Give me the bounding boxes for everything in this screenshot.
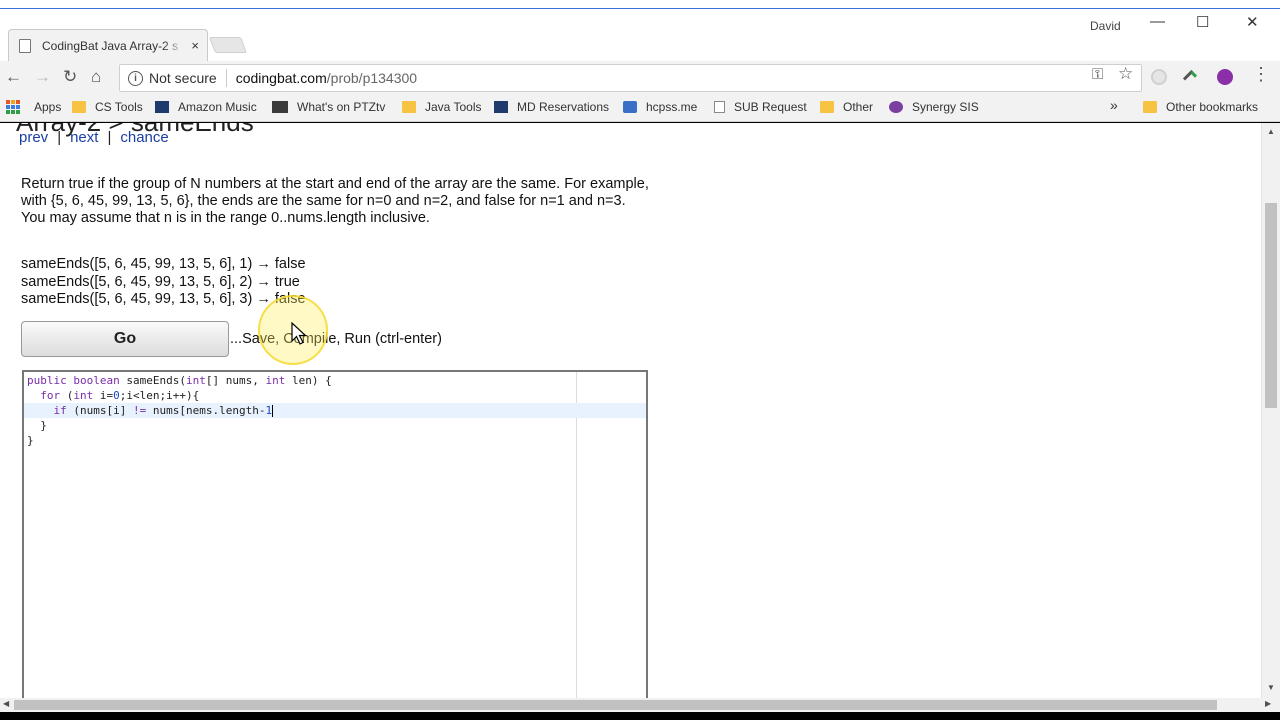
code-line[interactable]: } — [27, 418, 47, 433]
browser-toolbar: ← → ↻ ⌂ i Not secure codingbat.com/prob/… — [0, 61, 1280, 94]
bookmark-md-reservations[interactable]: MD Reservations — [494, 100, 609, 114]
maximize-icon[interactable]: ☐ — [1196, 13, 1209, 31]
tab-strip: CodingBat Java Array-2 s × David — ☐ ✕ — [0, 9, 1280, 61]
folder-icon — [1143, 101, 1157, 113]
vertical-scrollbar[interactable]: ▲ ▼ — [1261, 123, 1280, 698]
example-line: sameEnds([5, 6, 45, 99, 13, 5, 6], 3) → … — [21, 291, 306, 307]
scrollbar-thumb[interactable] — [14, 700, 1217, 710]
bookmark-amazon-music[interactable]: Amazon Music — [155, 100, 257, 114]
omnibox-divider — [225, 69, 227, 87]
chance-link[interactable]: chance — [120, 129, 168, 146]
mouse-pointer-icon — [291, 322, 307, 345]
bookmark-sub-request[interactable]: SUB Request — [714, 100, 807, 114]
page-icon — [714, 101, 725, 113]
close-window-icon[interactable]: ✕ — [1246, 13, 1259, 31]
synergy-icon — [889, 101, 903, 113]
example-line: sameEnds([5, 6, 45, 99, 13, 5, 6], 2) → … — [21, 273, 300, 290]
star-icon[interactable]: ☆ — [1118, 64, 1133, 84]
code-line[interactable]: public boolean sameEnds(int[] nums, int … — [27, 373, 332, 388]
close-tab-icon[interactable]: × — [191, 38, 199, 53]
code-line-active[interactable]: if (nums[i] != nums[nems.length-1 — [24, 403, 646, 418]
purple-extension-icon[interactable] — [1217, 69, 1233, 85]
bookmarks-bar: Apps CS Tools Amazon Music What's on PTZ… — [0, 94, 1280, 122]
info-icon[interactable]: i — [128, 70, 143, 86]
ptztv-icon — [272, 101, 288, 113]
page-icon — [19, 38, 31, 53]
print-margin — [576, 372, 577, 698]
forward-icon[interactable]: → — [34, 67, 51, 87]
scroll-right-icon[interactable]: ▶ — [1265, 699, 1271, 708]
bookmark-hcpss[interactable]: hcpss.me — [623, 100, 697, 114]
next-link[interactable]: next — [70, 129, 98, 146]
apps-icon — [6, 100, 20, 114]
profile-name[interactable]: David — [1090, 19, 1121, 33]
url-host: codingbat.com — [235, 70, 327, 86]
menu-icon[interactable]: ⋮ — [1252, 64, 1270, 85]
scroll-down-icon[interactable]: ▼ — [1267, 683, 1275, 692]
url-path: /prob/p134300 — [326, 70, 418, 86]
bookmark-ptztv[interactable]: What's on PTZtv — [272, 100, 385, 114]
analytics-icon[interactable] — [1182, 69, 1198, 85]
horizontal-scrollbar[interactable]: ◀ ▶ — [0, 698, 1280, 712]
extension-icon[interactable] — [1151, 69, 1167, 85]
text-cursor — [272, 405, 274, 417]
nav-separator: | — [107, 129, 112, 146]
nav-separator: | — [57, 129, 62, 146]
bookmark-synergy-sis[interactable]: Synergy SIS — [889, 100, 979, 114]
reload-icon[interactable]: ↻ — [63, 67, 77, 87]
bookmark-cs-tools[interactable]: CS Tools — [72, 100, 143, 114]
bookmarks-overflow-icon[interactable]: » — [1110, 97, 1118, 113]
problem-nav: prev | next | chance — [19, 129, 169, 146]
bookmark-other-bookmarks[interactable]: Other bookmarks — [1143, 100, 1258, 114]
minimize-icon[interactable]: — — [1150, 13, 1165, 30]
tab-title: CodingBat Java Array-2 s — [42, 38, 179, 53]
reservations-icon — [494, 101, 508, 113]
code-editor[interactable]: public boolean sameEnds(int[] nums, int … — [22, 370, 648, 698]
folder-icon — [72, 101, 86, 113]
new-tab-button[interactable] — [209, 37, 247, 53]
code-line[interactable]: } — [27, 433, 34, 448]
scrollbar-thumb[interactable] — [1265, 203, 1277, 408]
example-line: sameEnds([5, 6, 45, 99, 13, 5, 6], 1) → … — [21, 256, 306, 272]
address-bar[interactable]: i Not secure codingbat.com/prob/p134300 — [119, 64, 1142, 92]
amazon-music-icon — [155, 101, 169, 113]
scroll-left-icon[interactable]: ◀ — [3, 699, 9, 708]
bookmark-java-tools[interactable]: Java Tools — [402, 100, 481, 114]
hcpss-icon — [623, 101, 637, 113]
page-content: Array-2 > sameEnds prev|next|chance Retu… — [0, 123, 1261, 698]
home-icon[interactable]: ⌂ — [91, 67, 101, 87]
prev-link[interactable]: prev — [19, 129, 48, 146]
folder-icon — [402, 101, 416, 113]
code-line[interactable]: for (int i=0;i<len;i++){ — [27, 388, 199, 403]
browser-tab[interactable]: CodingBat Java Array-2 s × — [8, 29, 208, 61]
security-label[interactable]: Not secure — [149, 70, 217, 86]
window-top-edge — [0, 0, 1280, 9]
folder-icon — [820, 101, 834, 113]
go-button[interactable]: Go — [21, 321, 229, 357]
bookmark-other[interactable]: Other — [820, 100, 873, 114]
problem-description: Return true if the group of N numbers at… — [21, 176, 649, 226]
key-icon[interactable]: ⚿ — [1092, 66, 1103, 83]
scroll-up-icon[interactable]: ▲ — [1267, 127, 1275, 136]
back-icon[interactable]: ← — [5, 67, 22, 87]
examples: sameEnds([5, 6, 45, 99, 13, 5, 6], 1) → … — [21, 256, 306, 309]
bookmark-apps[interactable]: Apps — [6, 100, 61, 114]
